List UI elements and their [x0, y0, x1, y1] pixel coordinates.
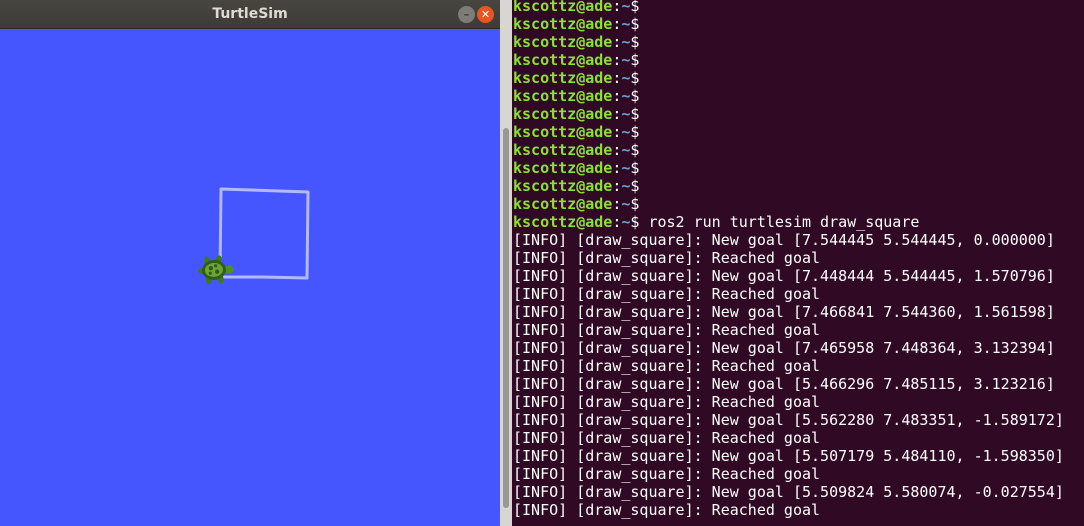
log-line: [INFO] [draw_square]: Reached goal	[513, 249, 821, 267]
log-line: [INFO] [draw_square]: New goal [5.507179…	[513, 447, 1064, 465]
prompt-line: kscottz@ade:~$	[513, 0, 1064, 15]
log-line: [INFO] [draw_square]: Reached goal	[513, 357, 821, 375]
prompt-line: kscottz@ade:~$	[513, 195, 1064, 213]
prompt-user-host: kscottz@ade	[513, 105, 613, 123]
prompt-line: kscottz@ade:~$	[513, 159, 1064, 177]
prompt-dollar: $	[630, 51, 640, 69]
log-line: [INFO] [draw_square]: New goal [7.465958…	[513, 339, 1055, 357]
prompt-line: kscottz@ade:~$	[513, 69, 1064, 87]
prompt-user-host: kscottz@ade	[513, 87, 613, 105]
terminal-output: kscottz@ade:~$ kscottz@ade:~$ kscottz@ade:…	[513, 0, 1064, 519]
turtlesim-canvas	[0, 29, 500, 526]
turtlesim-window: TurtleSim – ✕	[0, 0, 500, 526]
prompt-line: kscottz@ade:~$	[513, 105, 1064, 123]
prompt-user-host: kscottz@ade	[513, 69, 613, 87]
terminal-scrollbar[interactable]	[500, 0, 512, 526]
prompt-user-host: kscottz@ade	[513, 177, 613, 195]
log-line: [INFO] [draw_square]: Reached goal	[513, 465, 821, 483]
log-line: [INFO] [draw_square]: New goal [7.448444…	[513, 267, 1055, 285]
log-line: [INFO] [draw_square]: New goal [5.509824…	[513, 483, 1064, 501]
terminal-window[interactable]: kscottz@ade:~$ kscottz@ade:~$ kscottz@ade:…	[512, 0, 1084, 526]
prompt-user-host: kscottz@ade	[513, 0, 613, 15]
prompt-dollar: $	[630, 195, 640, 213]
prompt-dollar: $	[630, 33, 640, 51]
log-line: [INFO] [draw_square]: Reached goal	[513, 393, 821, 411]
prompt-line: kscottz@ade:~$ ros2 run turtlesim draw_s…	[513, 213, 1064, 231]
prompt-line: kscottz@ade:~$	[513, 123, 1064, 141]
log-line: [INFO] [draw_square]: New goal [5.562280…	[513, 411, 1064, 429]
prompt-dollar: $	[630, 105, 640, 123]
prompt-dollar: $	[630, 159, 640, 177]
prompt-user-host: kscottz@ade	[513, 159, 613, 177]
prompt-dollar: $	[630, 123, 640, 141]
prompt-dollar: $	[630, 69, 640, 87]
log-line: [INFO] [draw_square]: Reached goal	[513, 321, 821, 339]
close-button[interactable]: ✕	[477, 6, 494, 23]
log-line: [INFO] [draw_square]: Reached goal	[513, 285, 821, 303]
prompt-user-host: kscottz@ade	[513, 213, 613, 231]
log-line: [INFO] [draw_square]: New goal [7.466841…	[513, 303, 1055, 321]
prompt-line: kscottz@ade:~$	[513, 33, 1064, 51]
turtlesim-titlebar[interactable]: TurtleSim – ✕	[0, 0, 500, 29]
prompt-line: kscottz@ade:~$	[513, 141, 1064, 159]
log-line: [INFO] [draw_square]: Reached goal	[513, 501, 821, 519]
scrollbar-thumb[interactable]	[503, 128, 509, 508]
turtlesim-drawing	[0, 29, 500, 526]
log-line: [INFO] [draw_square]: New goal [5.466296…	[513, 375, 1055, 393]
prompt-line: kscottz@ade:~$	[513, 15, 1064, 33]
prompt-user-host: kscottz@ade	[513, 195, 613, 213]
prompt-line: kscottz@ade:~$	[513, 87, 1064, 105]
prompt-line: kscottz@ade:~$	[513, 51, 1064, 69]
prompt-dollar: $	[630, 15, 640, 33]
minimize-button[interactable]: –	[458, 6, 475, 23]
prompt-line: kscottz@ade:~$	[513, 177, 1064, 195]
prompt-user-host: kscottz@ade	[513, 141, 613, 159]
log-line: [INFO] [draw_square]: Reached goal	[513, 429, 821, 447]
window-title: TurtleSim	[212, 6, 288, 22]
command-text: ros2 run turtlesim draw_square	[639, 213, 920, 231]
prompt-user-host: kscottz@ade	[513, 51, 613, 69]
prompt-user-host: kscottz@ade	[513, 15, 613, 33]
prompt-user-host: kscottz@ade	[513, 123, 613, 141]
log-line: [INFO] [draw_square]: New goal [7.544445…	[513, 231, 1055, 249]
prompt-dollar: $	[630, 141, 640, 159]
prompt-dollar: $	[630, 177, 640, 195]
prompt-dollar: $	[630, 87, 640, 105]
prompt-dollar: $	[630, 0, 640, 15]
prompt-user-host: kscottz@ade	[513, 33, 613, 51]
